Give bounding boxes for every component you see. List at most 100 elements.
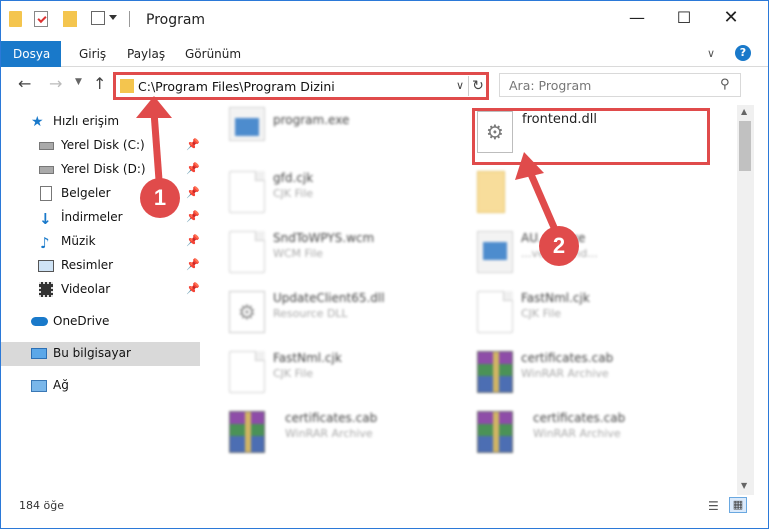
title-bar: Program — ☐ ✕ [1,1,768,41]
item-count: 184 öğe [19,499,64,512]
scroll-up-icon[interactable]: ▲ [741,107,747,116]
sidebar-item-label: Resimler [61,258,114,272]
sidebar-item-label: OneDrive [53,314,110,328]
up-arrow-icon[interactable]: ↑ [93,74,106,93]
sidebar-item-music[interactable]: ♪ Müzik 📌 [1,230,200,254]
sidebar-item-label: Müzik [61,234,96,248]
sidebar-item-label: Yerel Disk (D:) [61,162,146,176]
address-path[interactable]: C:\Program Files\Program Dizini [138,79,335,94]
sidebar-item-label: Bu bilgisayar [53,346,131,360]
sidebar-item-drive-d[interactable]: Yerel Disk (D:) 📌 [1,158,200,182]
step-2-badge: 2 [539,226,579,266]
video-icon [39,282,53,297]
tab-gorunum[interactable]: Görünüm [173,41,253,67]
list-item[interactable]: FastNml.cjk CJK File [452,285,700,343]
properties-icon[interactable] [34,11,48,27]
file-type: CJK File [273,187,314,200]
search-placeholder: Ara: Program [509,78,592,93]
sidebar-item-label: Yerel Disk (C:) [61,138,145,152]
list-item[interactable]: certificates.cab WinRAR Archive [452,345,700,403]
customize-toolbar-icon[interactable] [109,15,117,20]
new-folder-icon[interactable] [63,11,77,27]
view-menu-icon[interactable] [91,11,105,25]
sidebar-item-label: Belgeler [61,186,111,200]
sidebar-item-label: Ağ [53,378,69,392]
close-button[interactable]: ✕ [708,1,754,33]
file-type: CJK File [273,367,314,380]
list-item[interactable]: certificates.cab WinRAR Archive [452,405,700,463]
file-name: SndToWPYS.wcm [273,231,375,245]
file-name: FastNml.cjk [521,291,590,305]
file-type: Resource DLL [273,307,348,320]
file-type: WinRAR Archive [521,367,609,380]
rar-icon [477,411,513,453]
folder-icon [477,171,505,213]
pin-icon[interactable]: 📌 [186,162,200,175]
scroll-thumb[interactable] [739,121,751,171]
star-icon: ★ [31,114,44,130]
window-title: Program [146,12,206,28]
sidebar-item-label: İndirmeler [61,210,123,224]
sidebar-item-network[interactable]: Ağ [1,374,200,398]
pin-icon[interactable]: 📌 [186,282,200,295]
download-icon: ↓ [39,210,52,228]
tab-dosya[interactable]: Dosya [1,41,61,67]
pin-icon[interactable]: 📌 [186,234,200,247]
sidebar-item-videos[interactable]: Videolar 📌 [1,278,200,302]
file-type: CJK File [521,307,562,320]
file-type: WCM File [273,247,323,260]
pin-icon[interactable]: 📌 [186,138,200,151]
tab-paylas[interactable]: Paylaş [115,41,177,67]
list-item[interactable] [452,165,700,223]
large-icons-view-icon[interactable]: ▦ [729,497,747,513]
explorer-window: Program — ☐ ✕ Dosya Giriş Paylaş Görünüm… [0,0,769,529]
vertical-scrollbar[interactable]: ▲ ▼ [737,105,754,495]
file-name: certificates.cab [285,411,378,425]
details-view-icon[interactable]: ☰ [708,499,719,513]
sidebar-item-quick-access[interactable]: ★ Hızlı erişim [1,110,200,134]
list-item[interactable]: certificates.cab WinRAR Archive [204,405,452,463]
help-icon[interactable]: ? [735,45,751,61]
minimize-button[interactable]: — [614,1,660,33]
sidebar-item-pictures[interactable]: Resimler 📌 [1,254,200,278]
pictures-icon [38,260,54,272]
drive-icon [39,166,54,174]
back-arrow-icon[interactable]: ← [18,74,31,93]
list-item[interactable]: program.exe [204,105,452,163]
pin-icon[interactable]: 📌 [186,210,200,223]
navigation-pane: ★ Hızlı erişim Yerel Disk (C:) 📌 Yerel D… [1,105,204,495]
step-1-badge: 1 [140,178,180,218]
address-bar[interactable]: C:\Program Files\Program Dizini ∨ ↻ [113,72,489,100]
pin-icon[interactable]: 📌 [186,258,200,271]
pin-icon[interactable]: 📌 [186,186,200,199]
ribbon-tabs: Dosya Giriş Paylaş Görünüm ∨ ? [1,41,768,67]
list-item[interactable]: UpdateClient65.dll Resource DLL [204,285,452,343]
sidebar-item-label: Hızlı erişim [53,114,120,128]
maximize-button[interactable]: ☐ [661,1,707,33]
exe-icon [477,231,513,273]
chevron-down-icon[interactable]: ∨ [456,79,464,92]
tab-giris[interactable]: Giriş [67,41,118,67]
folder-icon [9,11,22,27]
gear-file-icon [229,291,265,333]
search-input[interactable]: Ara: Program ⚲ [499,73,741,97]
recent-locations-icon[interactable]: ▼ [75,77,82,87]
file-icon [229,171,265,213]
status-bar: 184 öğe ☰ ▦ [1,495,768,517]
documents-icon [40,186,52,201]
search-icon[interactable]: ⚲ [720,77,730,92]
list-item[interactable]: FastNml.cjk CJK File [204,345,452,403]
sidebar-item-onedrive[interactable]: OneDrive [1,310,200,334]
folder-icon [120,79,134,93]
scroll-down-icon[interactable]: ▼ [741,481,747,490]
divider [129,11,130,27]
list-item[interactable]: SndToWPYS.wcm WCM File [204,225,452,283]
chevron-down-icon[interactable]: ∨ [707,47,715,60]
cloud-icon [31,317,48,326]
file-icon [229,351,265,393]
refresh-icon[interactable]: ↻ [468,76,487,96]
sidebar-item-this-pc[interactable]: Bu bilgisayar [1,342,200,366]
forward-arrow-icon[interactable]: → [49,74,62,93]
list-item[interactable]: gfd.cjk CJK File [204,165,452,223]
sidebar-item-drive-c[interactable]: Yerel Disk (C:) 📌 [1,134,200,158]
